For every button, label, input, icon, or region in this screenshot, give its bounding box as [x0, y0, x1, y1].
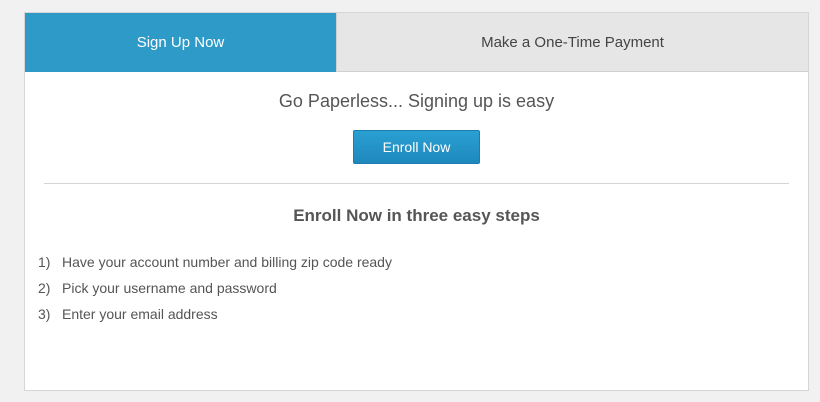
step-number: 3): [38, 306, 51, 322]
paperless-headline: Go Paperless... Signing up is easy: [278, 91, 555, 111]
list-item: 3) Enter your email address: [38, 301, 392, 327]
steps-title: Enroll Now in three easy steps: [293, 206, 540, 225]
step-text: Have your account number and billing zip…: [62, 254, 392, 270]
step-text: Enter your email address: [62, 306, 218, 322]
list-item: 1) Have your account number and billing …: [38, 249, 392, 275]
signup-panel: Sign Up Now Make a One-Time Payment Go P…: [24, 12, 809, 391]
list-item: 2) Pick your username and password: [38, 275, 392, 301]
tab-bar: Sign Up Now Make a One-Time Payment: [25, 13, 808, 72]
tab-sign-up-now[interactable]: Sign Up Now: [25, 13, 336, 72]
step-number: 2): [38, 280, 51, 296]
section-divider: [44, 183, 789, 184]
step-number: 1): [38, 254, 51, 270]
step-text: Pick your username and password: [62, 280, 277, 296]
tab-one-time-payment[interactable]: Make a One-Time Payment: [336, 13, 808, 72]
steps-list: 1) Have your account number and billing …: [38, 249, 392, 327]
enroll-now-button[interactable]: Enroll Now: [353, 130, 480, 164]
